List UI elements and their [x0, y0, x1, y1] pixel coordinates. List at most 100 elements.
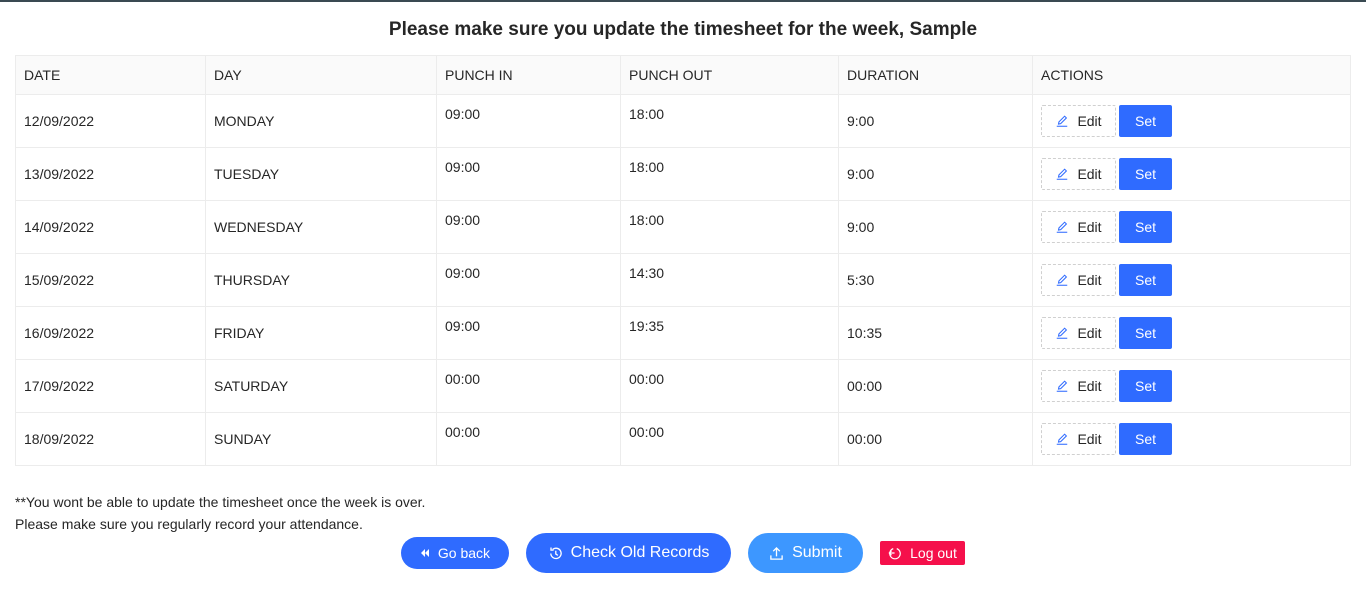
cell-duration: 9:00 — [838, 200, 1033, 254]
cell-date: 15/09/2022 — [15, 253, 206, 307]
cell-date: 17/09/2022 — [15, 359, 206, 413]
cell-day: MONDAY — [205, 94, 437, 148]
go-back-label: Go back — [437, 545, 491, 561]
cell-punch-in: 09:00 — [436, 253, 621, 307]
set-label: Set — [1134, 113, 1156, 129]
cell-day: SATURDAY — [205, 359, 437, 413]
row-actions: Edit Set — [1041, 158, 1350, 190]
cell-day: WEDNESDAY — [205, 200, 437, 254]
edit-button[interactable]: Edit — [1041, 370, 1116, 402]
edit-icon — [1055, 220, 1069, 234]
note-record-attendance: Please make sure you regularly record yo… — [15, 516, 363, 532]
cell-duration: 9:00 — [838, 147, 1033, 201]
set-button[interactable]: Set — [1119, 423, 1172, 455]
cell-duration: 00:00 — [838, 412, 1033, 466]
upload-icon — [769, 546, 784, 561]
set-button[interactable]: Set — [1119, 317, 1172, 349]
edit-button[interactable]: Edit — [1041, 317, 1116, 349]
row-actions: Edit Set — [1041, 370, 1350, 402]
cell-punch-in: 09:00 — [436, 200, 621, 254]
set-button[interactable]: Set — [1119, 211, 1172, 243]
edit-button[interactable]: Edit — [1041, 158, 1116, 190]
cell-day: SUNDAY — [205, 412, 437, 466]
cell-actions: Edit Set — [1032, 412, 1351, 466]
table-row: 17/09/2022 SATURDAY 00:00 00:00 00:00 Edit Set — [15, 359, 1351, 413]
edit-icon — [1055, 432, 1069, 446]
cell-actions: Edit Set — [1032, 359, 1351, 413]
header-day: DAY — [205, 55, 437, 95]
cell-punch-in: 09:00 — [436, 94, 621, 148]
cell-actions: Edit Set — [1032, 306, 1351, 360]
edit-label: Edit — [1077, 431, 1102, 447]
cell-actions: Edit Set — [1032, 200, 1351, 254]
cell-punch-in: 00:00 — [436, 412, 621, 466]
edit-icon — [1055, 326, 1069, 340]
row-actions: Edit Set — [1041, 317, 1350, 349]
set-label: Set — [1134, 325, 1156, 341]
cell-date: 14/09/2022 — [15, 200, 206, 254]
set-button[interactable]: Set — [1119, 370, 1172, 402]
timesheet-page: Please make sure you update the timeshee… — [0, 0, 1366, 600]
cell-punch-out: 00:00 — [620, 359, 839, 413]
cell-date: 18/09/2022 — [15, 412, 206, 466]
cell-actions: Edit Set — [1032, 147, 1351, 201]
edit-button[interactable]: Edit — [1041, 264, 1116, 296]
submit-button[interactable]: Submit — [748, 533, 863, 573]
history-clock-icon — [548, 546, 563, 561]
cell-duration: 00:00 — [838, 359, 1033, 413]
cell-day: THURSDAY — [205, 253, 437, 307]
table-row: 13/09/2022 TUESDAY 09:00 18:00 9:00 Edit Set — [15, 147, 1351, 201]
cell-duration: 5:30 — [838, 253, 1033, 307]
set-label: Set — [1134, 431, 1156, 447]
table-row: 16/09/2022 FRIDAY 09:00 19:35 10:35 Edit Set — [15, 306, 1351, 360]
edit-label: Edit — [1077, 325, 1102, 341]
table-row: 14/09/2022 WEDNESDAY 09:00 18:00 9:00 Edit Set — [15, 200, 1351, 254]
header-punch-in: PUNCH IN — [436, 55, 621, 95]
table-header-row: DATE DAY PUNCH IN PUNCH OUT DURATION ACT… — [15, 55, 1351, 95]
table-row: 12/09/2022 MONDAY 09:00 18:00 9:00 Edit Set — [15, 94, 1351, 148]
cell-date: 13/09/2022 — [15, 147, 206, 201]
cell-punch-in: 00:00 — [436, 359, 621, 413]
edit-icon — [1055, 379, 1069, 393]
set-label: Set — [1134, 272, 1156, 288]
row-actions: Edit Set — [1041, 211, 1350, 243]
fast-backward-icon — [420, 548, 430, 558]
cell-date: 12/09/2022 — [15, 94, 206, 148]
log-out-button[interactable]: Log out — [880, 541, 965, 565]
timesheet-table: DATE DAY PUNCH IN PUNCH OUT DURATION ACT… — [15, 55, 1351, 466]
edit-label: Edit — [1077, 378, 1102, 394]
page-title: Please make sure you update the timeshee… — [388, 19, 978, 40]
notes: **You wont be able to update the timeshe… — [15, 491, 425, 535]
cell-punch-in: 09:00 — [436, 306, 621, 360]
header-duration: DURATION — [838, 55, 1033, 95]
logout-icon — [888, 546, 902, 560]
cell-punch-out: 18:00 — [620, 200, 839, 254]
go-back-button[interactable]: Go back — [401, 537, 509, 569]
row-actions: Edit Set — [1041, 105, 1350, 137]
submit-label: Submit — [792, 544, 842, 561]
cell-punch-out: 18:00 — [620, 94, 839, 148]
set-label: Set — [1134, 378, 1156, 394]
cell-duration: 10:35 — [838, 306, 1033, 360]
cell-day: TUESDAY — [205, 147, 437, 201]
cell-punch-in: 09:00 — [436, 147, 621, 201]
edit-button[interactable]: Edit — [1041, 423, 1116, 455]
row-actions: Edit Set — [1041, 423, 1350, 455]
edit-icon — [1055, 167, 1069, 181]
set-label: Set — [1134, 166, 1156, 182]
edit-button[interactable]: Edit — [1041, 105, 1116, 137]
set-button[interactable]: Set — [1119, 158, 1172, 190]
note-week-over: **You wont be able to update the timeshe… — [15, 494, 426, 510]
cell-actions: Edit Set — [1032, 253, 1351, 307]
set-button[interactable]: Set — [1119, 264, 1172, 296]
edit-label: Edit — [1077, 219, 1102, 235]
edit-icon — [1055, 273, 1069, 287]
edit-icon — [1055, 114, 1069, 128]
header-actions: ACTIONS — [1032, 55, 1351, 95]
header-date: DATE — [15, 55, 206, 95]
set-button[interactable]: Set — [1119, 105, 1172, 137]
cell-punch-out: 18:00 — [620, 147, 839, 201]
edit-button[interactable]: Edit — [1041, 211, 1116, 243]
check-old-records-button[interactable]: Check Old Records — [526, 533, 731, 573]
edit-label: Edit — [1077, 113, 1102, 129]
